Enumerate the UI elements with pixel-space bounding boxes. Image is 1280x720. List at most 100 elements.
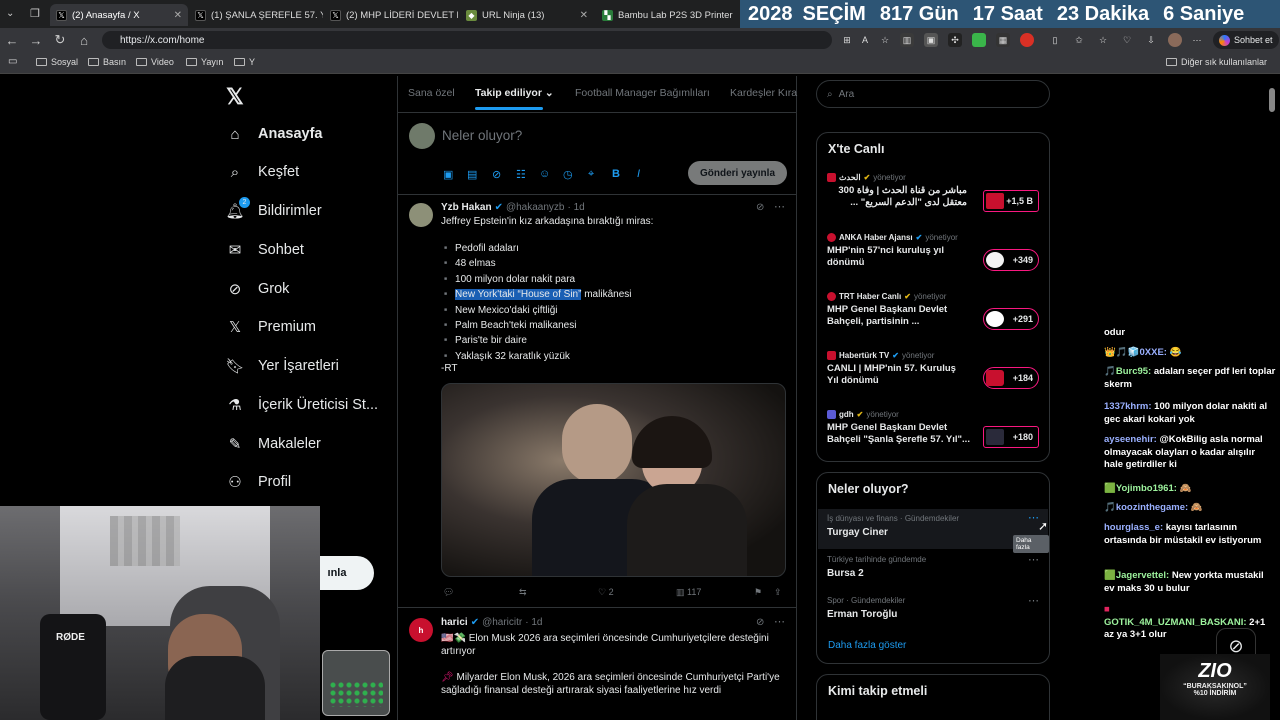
extension-1-icon[interactable]: ▥ <box>900 33 914 47</box>
read-aloud-icon[interactable]: A <box>858 33 872 47</box>
tweet-photo[interactable] <box>441 383 786 577</box>
bookmark-folder-y[interactable]: Y <box>234 57 255 67</box>
tab-0[interactable]: 𝕏 (2) Anasayfa / X ✕ <box>50 4 188 26</box>
compose-input[interactable]: Neler oluyor? <box>442 128 522 143</box>
downloads-icon[interactable]: ⇩ <box>1144 33 1158 47</box>
trend-item[interactable]: Spor · Gündemdekiler Erman Toroğlu <box>827 596 905 620</box>
live-listeners[interactable]: +184 <box>983 367 1039 389</box>
search-box[interactable]: ⌕ Ara <box>816 80 1050 108</box>
extension-4-icon[interactable] <box>972 33 986 47</box>
other-bookmarks[interactable]: Diğer sık kullanılanlar <box>1166 57 1267 67</box>
url-field[interactable]: https://x.com/home <box>102 31 832 49</box>
scrollbar-thumb[interactable] <box>1269 88 1275 112</box>
app-icon[interactable]: ⊞ <box>840 33 854 47</box>
avatar[interactable] <box>1168 33 1182 47</box>
tweet-handle[interactable]: @haricitr <box>482 617 522 628</box>
back-icon[interactable]: ← <box>0 33 24 48</box>
grok-explain-icon[interactable]: ⊘ <box>756 202 764 213</box>
like-button[interactable]: ♡ 2 <box>598 587 614 598</box>
heart-icon[interactable]: ♡ <box>1120 33 1134 47</box>
tweet-avatar[interactable] <box>409 203 433 227</box>
nav-messages[interactable]: ✉ Sohbet <box>226 235 304 265</box>
tweet-author[interactable]: harici <box>441 617 468 628</box>
nav-profile[interactable]: ⚇ Profil <box>226 467 291 497</box>
bookmark-folder-basin[interactable]: Basın <box>88 57 126 67</box>
live-listeners[interactable]: +291 <box>983 308 1039 330</box>
close-icon[interactable]: ✕ <box>580 10 588 21</box>
bookmark-folder-video[interactable]: Video <box>136 57 174 67</box>
home-icon[interactable]: ⌂ <box>72 33 96 48</box>
tweet-author[interactable]: Yzb Hakan <box>441 202 492 213</box>
tab-4[interactable]: ▚ Bambu Lab P2S 3D Printer <box>596 4 736 26</box>
split-screen-icon[interactable]: ▯ <box>1048 33 1062 47</box>
tweet-time[interactable]: · 1d <box>525 617 542 628</box>
tab-kardesler[interactable]: Kardeşler Kıra <box>730 87 797 99</box>
tab-football-manager[interactable]: Football Manager Bağımlıları <box>575 87 710 99</box>
retweet-icon[interactable]: ⇆ <box>519 587 527 598</box>
live-listeners[interactable]: +349 <box>983 249 1039 271</box>
emoji-icon[interactable]: ☺ <box>539 168 550 180</box>
forward-icon[interactable]: → <box>24 33 48 48</box>
extension-3-icon[interactable]: ✣ <box>948 33 962 47</box>
tab-3[interactable]: ◆ URL Ninja (13) ✕ <box>460 4 594 26</box>
grok-compose-icon[interactable]: ⊘ <box>492 168 501 181</box>
nav-articles[interactable]: ✎ Makaleler <box>226 429 321 459</box>
image-icon[interactable]: ▣ <box>443 168 453 181</box>
trend-item[interactable]: Türkiye tarihinde gündemde Bursa 2 <box>827 555 926 579</box>
more-icon[interactable]: ⋯ <box>1028 594 1039 607</box>
nav-creator-studio[interactable]: ⚗ İçerik Üreticisi St... <box>226 390 378 420</box>
nav-bookmarks[interactable]: 🔖︎ Yer İşaretleri <box>225 351 338 381</box>
favorites-icon[interactable]: ✩ <box>1072 33 1086 47</box>
tweet-time[interactable]: · 1d <box>568 202 585 213</box>
bold-icon[interactable]: B <box>612 168 620 180</box>
mouse-cursor-icon: ➚ <box>1038 519 1049 533</box>
trend-item[interactable]: İş dünyası ve finans · Gündemdekiler Turg… <box>827 514 959 538</box>
nav-grok[interactable]: ⊘ Grok <box>226 274 290 304</box>
verified-icon: ✔ <box>892 351 899 360</box>
nav-notifications[interactable]: 🔔︎ 2 Bildirimler <box>225 196 322 226</box>
bookmark-folder-yayin[interactable]: Yayın <box>186 57 223 67</box>
live-card: X'te Canlı الحدث ✔ yönetiyor مباشر من قناة… <box>816 132 1050 462</box>
extension-5-icon[interactable]: ▦ <box>996 33 1010 47</box>
collections-icon[interactable]: ☆ <box>1096 33 1110 47</box>
italic-icon[interactable]: I <box>637 168 640 180</box>
tab-list-icon[interactable]: ⌄ <box>6 8 14 19</box>
publish-button[interactable]: Gönderi yayınla <box>688 161 787 185</box>
schedule-icon[interactable]: ◷ <box>563 168 573 181</box>
bookmark-folder-sosyal[interactable]: Sosyal <box>36 57 78 67</box>
close-icon[interactable]: ✕ <box>174 10 182 21</box>
favorite-star-icon[interactable]: ☆ <box>878 33 892 47</box>
grok-explain-icon[interactable]: ⊘ <box>756 617 764 628</box>
poll-icon[interactable]: ☷ <box>516 168 526 181</box>
tab-following[interactable]: Takip ediliyor ⌄ <box>475 87 554 99</box>
microphone <box>40 614 106 720</box>
nav-premium[interactable]: 𝕏 Premium <box>226 312 316 342</box>
gif-icon[interactable]: ▤ <box>467 168 477 181</box>
tweet-avatar[interactable]: h <box>409 618 433 642</box>
nav-home[interactable]: ⌂ Anasayfa <box>226 119 322 149</box>
more-icon[interactable]: ⋯ <box>774 615 785 628</box>
workspaces-icon[interactable]: ❐ <box>30 7 40 20</box>
extension-2-icon[interactable]: ▣ <box>924 33 938 47</box>
views-button[interactable]: ▥ 117 <box>676 587 701 598</box>
extension-6-icon[interactable] <box>1020 33 1034 47</box>
more-icon[interactable]: ⋯ <box>774 200 785 213</box>
tab-1[interactable]: 𝕏 (1) ŞANLA ŞEREFLE 57. YIL / ✕ <box>189 4 323 26</box>
more-icon[interactable]: ⋯ <box>1190 33 1204 47</box>
more-icon[interactable]: ⋯ <box>1028 553 1039 566</box>
show-more-link[interactable]: Daha fazla göster <box>828 640 906 651</box>
copilot-chat-button[interactable]: Sohbet et <box>1213 31 1279 49</box>
nav-explore[interactable]: ⌕ Keşfet <box>226 157 299 187</box>
tab-2[interactable]: 𝕏 (2) MHP LİDERİ DEVLET BA ✕ <box>324 4 458 26</box>
live-listeners[interactable]: +180 <box>983 426 1039 448</box>
tweet-handle[interactable]: @hakaanyzb <box>506 202 565 213</box>
tab-for-you[interactable]: Sana özel <box>408 87 455 99</box>
reply-icon[interactable]: 💬︎ <box>443 587 454 598</box>
reload-icon[interactable]: ↻ <box>48 32 72 48</box>
x-logo-icon[interactable]: 𝕏 <box>226 84 244 110</box>
live-listeners[interactable]: +1,5 B <box>983 190 1039 212</box>
bookmark-icon[interactable]: ⚑ <box>754 587 762 598</box>
location-icon[interactable]: ⌖ <box>588 168 594 181</box>
bookmarks-menu-icon[interactable]: ▭ <box>8 56 17 67</box>
share-icon[interactable]: ⇪ <box>774 587 782 598</box>
